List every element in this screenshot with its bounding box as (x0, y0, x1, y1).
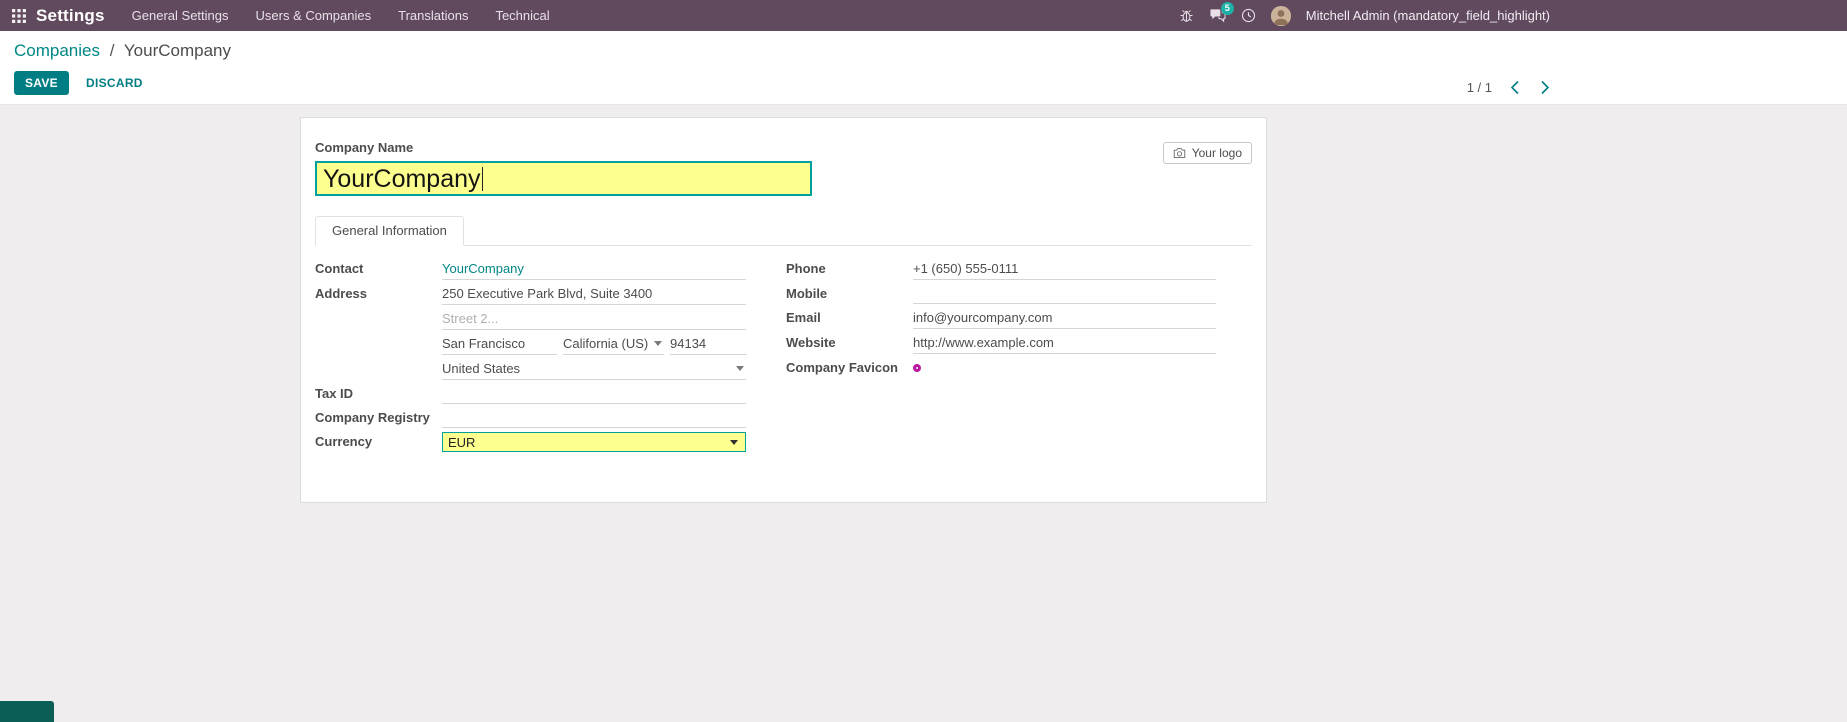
country-value: United States (442, 361, 520, 376)
menu-translations[interactable]: Translations (398, 0, 468, 31)
company-form-sheet: Company Name YourCompany Your logo Gener… (300, 117, 1267, 503)
favicon-cell (913, 358, 1216, 378)
field-groups: Contact YourCompany Address 250 Executiv… (315, 259, 1252, 456)
pager-count: 1 / 1 (1467, 80, 1492, 95)
company-name-value: YourCompany (323, 164, 481, 194)
pager: 1 / 1 (1467, 78, 1552, 97)
left-column: Contact YourCompany Address 250 Executiv… (315, 259, 746, 456)
company-favicon-row: Company Favicon (786, 358, 1216, 378)
debug-bug-icon[interactable] (1179, 8, 1194, 23)
tax-id-label: Tax ID (315, 384, 442, 401)
mobile-field[interactable] (913, 284, 1216, 304)
caret-down-icon (736, 366, 744, 371)
avatar[interactable] (1271, 6, 1291, 26)
street-field[interactable]: 250 Executive Park Blvd, Suite 3400 (442, 284, 746, 305)
company-registry-field[interactable] (442, 408, 746, 428)
city-field[interactable]: San Francisco (442, 334, 557, 355)
discard-button[interactable]: DISCARD (75, 71, 154, 95)
website-row: Website http://www.example.com (786, 333, 1216, 354)
tax-id-field[interactable] (442, 384, 746, 404)
control-panel: Companies / YourCompany SAVE DISCARD 1 /… (0, 31, 1847, 105)
top-navbar: Settings General Settings Users & Compan… (0, 0, 1847, 31)
app-name[interactable]: Settings (36, 6, 105, 26)
state-select[interactable]: California (US) (563, 334, 664, 355)
company-favicon-widget[interactable] (913, 364, 921, 372)
company-logo-button[interactable]: Your logo (1163, 142, 1252, 164)
country-select[interactable]: United States (442, 359, 746, 380)
email-field[interactable]: info@yourcompany.com (913, 308, 1216, 329)
website-label: Website (786, 333, 913, 350)
phone-field[interactable]: +1 (650) 555-0111 (913, 259, 1216, 280)
website-field[interactable]: http://www.example.com (913, 333, 1216, 354)
street2-label-spacer (315, 309, 442, 311)
caret-down-icon (654, 341, 662, 346)
email-label: Email (786, 308, 913, 325)
city-label-spacer (315, 334, 442, 336)
mobile-row: Mobile (786, 284, 1216, 304)
currency-label: Currency (315, 432, 442, 449)
currency-select[interactable]: EUR (442, 432, 746, 452)
street2-field[interactable]: Street 2... (442, 309, 746, 330)
currency-row: Currency EUR (315, 432, 746, 452)
pager-next-button[interactable] (1538, 78, 1552, 97)
email-row: Email info@yourcompany.com (786, 308, 1216, 329)
pager-previous-button[interactable] (1508, 78, 1522, 97)
tax-id-row: Tax ID (315, 384, 746, 404)
company-name-input[interactable]: YourCompany (315, 161, 812, 196)
breadcrumb-separator: / (110, 41, 115, 60)
menu-technical[interactable]: Technical (495, 0, 549, 31)
save-button[interactable]: SAVE (14, 71, 69, 95)
contact-field[interactable]: YourCompany (442, 261, 524, 276)
address-label: Address (315, 284, 442, 301)
tab-general-information[interactable]: General Information (315, 216, 464, 246)
address-country-row: United States (315, 359, 746, 380)
caret-down-icon (730, 440, 738, 445)
state-value: California (US) (563, 336, 648, 351)
top-menu: General Settings Users & Companies Trans… (132, 0, 577, 31)
messages-icon[interactable]: 5 (1209, 8, 1226, 23)
breadcrumb: Companies / YourCompany (14, 40, 1833, 62)
address-street-row: Address 250 Executive Park Blvd, Suite 3… (315, 284, 746, 305)
phone-label: Phone (786, 259, 913, 276)
company-name-label: Company Name (315, 140, 1252, 155)
logo-button-label: Your logo (1192, 146, 1242, 160)
grid-icon (12, 9, 26, 23)
company-registry-row: Company Registry (315, 408, 746, 428)
user-menu[interactable]: Mitchell Admin (mandatory_field_highligh… (1306, 8, 1550, 23)
currency-value: EUR (448, 435, 475, 450)
company-registry-label: Company Registry (315, 408, 442, 425)
menu-general-settings[interactable]: General Settings (132, 0, 229, 31)
address-street2-row: Street 2... (315, 309, 746, 330)
phone-row: Phone +1 (650) 555-0111 (786, 259, 1216, 280)
message-count-badge: 5 (1221, 2, 1234, 15)
form-buttons: SAVE DISCARD (14, 71, 1833, 95)
company-favicon-label: Company Favicon (786, 358, 913, 375)
breadcrumb-companies-link[interactable]: Companies (14, 41, 100, 60)
mobile-label: Mobile (786, 284, 913, 301)
content-area: Company Name YourCompany Your logo Gener… (0, 105, 1847, 722)
activities-clock-icon[interactable] (1241, 8, 1256, 23)
zip-field[interactable]: 94134 (670, 334, 747, 355)
address-city-row: San Francisco California (US) 94134 (315, 334, 746, 355)
breadcrumb-current: YourCompany (124, 41, 231, 60)
camera-icon (1173, 147, 1186, 159)
contact-label: Contact (315, 259, 442, 276)
systray: 5 Mitchell Admin (mandatory_field_highli… (1179, 6, 1550, 26)
notebook-tabs: General Information (315, 216, 1252, 246)
bottom-left-widget[interactable] (0, 701, 54, 722)
chevron-left-icon (1510, 80, 1520, 95)
chevron-right-icon (1540, 80, 1550, 95)
contact-row: Contact YourCompany (315, 259, 746, 280)
street2-placeholder: Street 2... (442, 311, 498, 326)
apps-menu-icon[interactable] (12, 9, 26, 23)
country-label-spacer (315, 359, 442, 361)
right-column: Phone +1 (650) 555-0111 Mobile Email inf… (786, 259, 1216, 456)
city-state-zip-group: San Francisco California (US) 94134 (442, 334, 747, 355)
menu-users-companies[interactable]: Users & Companies (256, 0, 372, 31)
text-cursor (482, 167, 484, 191)
